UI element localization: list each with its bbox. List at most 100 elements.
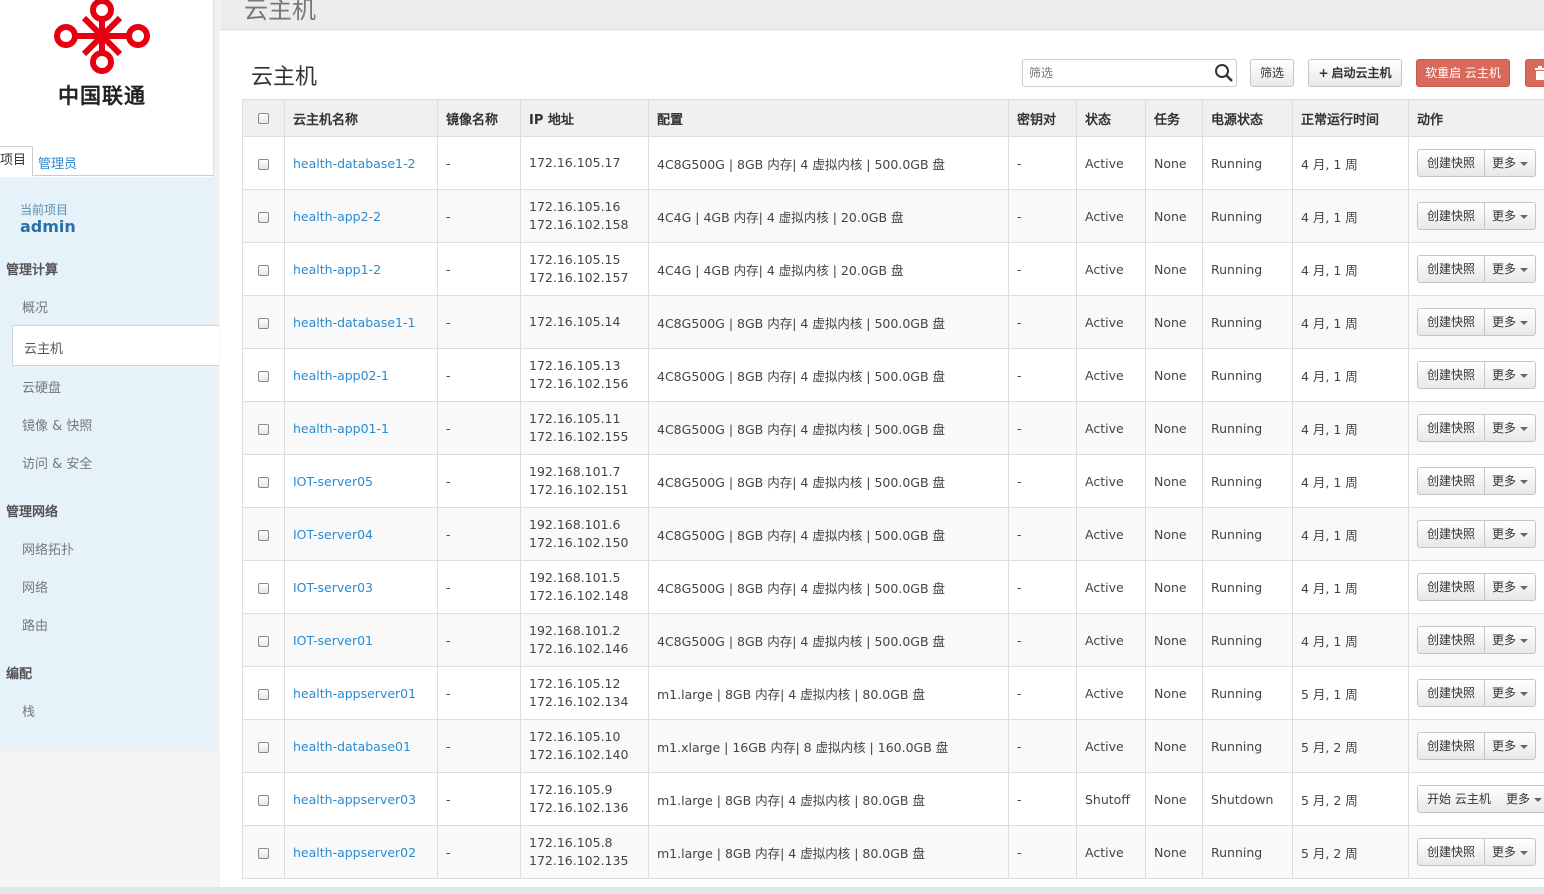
row-checkbox[interactable] [258, 847, 269, 859]
col-header-status[interactable]: 状态 [1076, 99, 1146, 137]
soft-reboot-button[interactable]: 软重启 云主机 [1416, 59, 1510, 87]
more-actions-dropdown[interactable]: 更多 [1485, 520, 1537, 548]
row-action-button[interactable]: 创建快照 [1417, 308, 1486, 336]
table-row[interactable]: health-appserver03-172.16.105.9 172.16.10… [242, 772, 1544, 826]
tab-admin[interactable]: 管理员 [38, 153, 77, 172]
instance-name-link[interactable]: health-appserver03 [293, 792, 416, 807]
row-action-button[interactable]: 创建快照 [1417, 361, 1486, 389]
filter-input[interactable] [1022, 59, 1237, 87]
sidebar-item-stacks[interactable]: 栈 [22, 701, 35, 720]
col-header-ip[interactable]: IP 地址 [520, 99, 649, 137]
row-checkbox[interactable] [258, 423, 269, 435]
table-row[interactable]: health-app1-2-172.16.105.15 172.16.102.15… [242, 242, 1544, 296]
launch-instance-button[interactable]: + 启动云主机 [1308, 59, 1402, 87]
more-actions-dropdown[interactable]: 更多 [1485, 202, 1537, 230]
instance-name-link[interactable]: health-database1-1 [293, 315, 415, 330]
row-checkbox[interactable] [258, 370, 269, 382]
bottom-scroll-bar[interactable] [0, 887, 1544, 894]
instance-name-link[interactable]: IOT-server04 [293, 527, 373, 542]
sidebar-item-volumes[interactable]: 云硬盘 [22, 377, 61, 396]
sidebar-item-images[interactable]: 镜像 & 快照 [22, 415, 92, 434]
row-action-button[interactable]: 创建快照 [1417, 626, 1486, 654]
select-all-checkbox[interactable] [258, 112, 269, 124]
instance-name-link[interactable]: health-database01 [293, 739, 411, 754]
row-checkbox[interactable] [258, 794, 269, 806]
table-row[interactable]: health-database1-2-172.16.105.17 4C8G500G… [242, 136, 1544, 190]
row-action-button[interactable]: 创建快照 [1417, 149, 1486, 177]
sidebar-item-instances[interactable]: 云主机 [12, 325, 219, 366]
row-action-button[interactable]: 创建快照 [1417, 679, 1486, 707]
sidebar-item-overview[interactable]: 概况 [22, 297, 48, 316]
row-action-button[interactable]: 创建快照 [1417, 573, 1486, 601]
more-actions-dropdown[interactable]: 更多 [1485, 308, 1537, 336]
row-checkbox[interactable] [258, 688, 269, 700]
more-actions-dropdown[interactable]: 更多 [1485, 838, 1537, 866]
tab-project[interactable]: 项目 [0, 146, 34, 177]
instance-name-link[interactable]: health-app02-1 [293, 368, 389, 383]
delete-instances-button[interactable] [1525, 59, 1544, 87]
more-actions-dropdown[interactable]: 更多 [1485, 255, 1537, 283]
table-row[interactable]: health-appserver02-172.16.105.8 172.16.10… [242, 825, 1544, 879]
instance-name-link[interactable]: health-app1-2 [293, 262, 381, 277]
row-action-button[interactable]: 创建快照 [1417, 202, 1486, 230]
sidebar-item-topology[interactable]: 网络拓扑 [22, 539, 74, 558]
row-checkbox[interactable] [258, 741, 269, 753]
row-action-button[interactable]: 创建快照 [1417, 838, 1486, 866]
table-row[interactable]: health-app01-1-172.16.105.11 172.16.102.1… [242, 401, 1544, 455]
sidebar-item-access-security[interactable]: 访问 & 安全 [22, 453, 92, 472]
row-checkbox[interactable] [258, 635, 269, 647]
instance-name-link[interactable]: IOT-server03 [293, 580, 373, 595]
col-header-config[interactable]: 配置 [648, 99, 1009, 137]
row-action-button[interactable]: 创建快照 [1417, 467, 1486, 495]
row-checkbox[interactable] [258, 317, 269, 329]
more-actions-dropdown[interactable]: 更多 [1485, 361, 1537, 389]
row-checkbox[interactable] [258, 529, 269, 541]
more-actions-dropdown[interactable]: 更多 [1485, 732, 1537, 760]
instance-name-link[interactable]: health-database1-2 [293, 156, 415, 171]
col-header-name[interactable]: 云主机名称 [284, 99, 438, 137]
instance-name-link[interactable]: health-appserver02 [293, 845, 416, 860]
row-action-button[interactable]: 创建快照 [1417, 732, 1486, 760]
col-header-task[interactable]: 任务 [1145, 99, 1203, 137]
row-action-button[interactable]: 创建快照 [1417, 520, 1486, 548]
table-row[interactable]: IOT-server05-192.168.101.7 172.16.102.151… [242, 454, 1544, 508]
instance-name-link[interactable]: IOT-server05 [293, 474, 373, 489]
more-actions-dropdown[interactable]: 更多 [1485, 573, 1537, 601]
col-header-power[interactable]: 电源状态 [1202, 99, 1293, 137]
row-action-button[interactable]: 创建快照 [1417, 414, 1486, 442]
more-actions-dropdown[interactable]: 更多 [1485, 414, 1537, 442]
more-actions-dropdown[interactable]: 更多 [1485, 679, 1537, 707]
table-row[interactable]: IOT-server04-192.168.101.6 172.16.102.150… [242, 507, 1544, 561]
table-row[interactable]: IOT-server01-192.168.101.2 172.16.102.146… [242, 613, 1544, 667]
more-actions-dropdown[interactable]: 更多 [1499, 785, 1544, 813]
col-header-uptime[interactable]: 正常运行时间 [1292, 99, 1409, 137]
sidebar-item-networks[interactable]: 网络 [22, 577, 48, 596]
row-checkbox[interactable] [258, 264, 269, 276]
current-project-value[interactable]: admin [20, 217, 76, 236]
row-checkbox[interactable] [258, 582, 269, 594]
instance-name-link[interactable]: health-app01-1 [293, 421, 389, 436]
instance-name-link[interactable]: IOT-server01 [293, 633, 373, 648]
table-row[interactable]: health-app2-2-172.16.105.16 172.16.102.15… [242, 189, 1544, 243]
filter-button[interactable]: 筛选 [1250, 59, 1294, 87]
col-header-image[interactable]: 镜像名称 [437, 99, 521, 137]
instance-name-link[interactable]: health-appserver01 [293, 686, 416, 701]
nav-heading-orchestration[interactable]: 编配 [6, 663, 32, 682]
china-unicom-logo[interactable]: 中国联通 [44, 0, 160, 110]
row-checkbox[interactable] [258, 158, 269, 170]
row-checkbox[interactable] [258, 211, 269, 223]
instance-name-link[interactable]: health-app2-2 [293, 209, 381, 224]
more-actions-dropdown[interactable]: 更多 [1485, 626, 1537, 654]
nav-heading-network[interactable]: 管理网络 [6, 501, 58, 520]
row-action-button[interactable]: 创建快照 [1417, 255, 1486, 283]
row-action-button[interactable]: 开始 云主机 [1417, 785, 1501, 813]
nav-heading-compute[interactable]: 管理计算 [6, 259, 58, 278]
table-row[interactable]: health-database1-1-172.16.105.14 4C8G500G… [242, 295, 1544, 349]
sidebar-item-routers[interactable]: 路由 [22, 615, 48, 634]
table-row[interactable]: health-app02-1-172.16.105.13 172.16.102.1… [242, 348, 1544, 402]
more-actions-dropdown[interactable]: 更多 [1485, 467, 1537, 495]
row-checkbox[interactable] [258, 476, 269, 488]
search-icon[interactable] [1214, 63, 1234, 83]
table-row[interactable]: health-appserver01-172.16.105.12 172.16.1… [242, 666, 1544, 720]
table-row[interactable]: health-database01-172.16.105.10 172.16.10… [242, 719, 1544, 773]
